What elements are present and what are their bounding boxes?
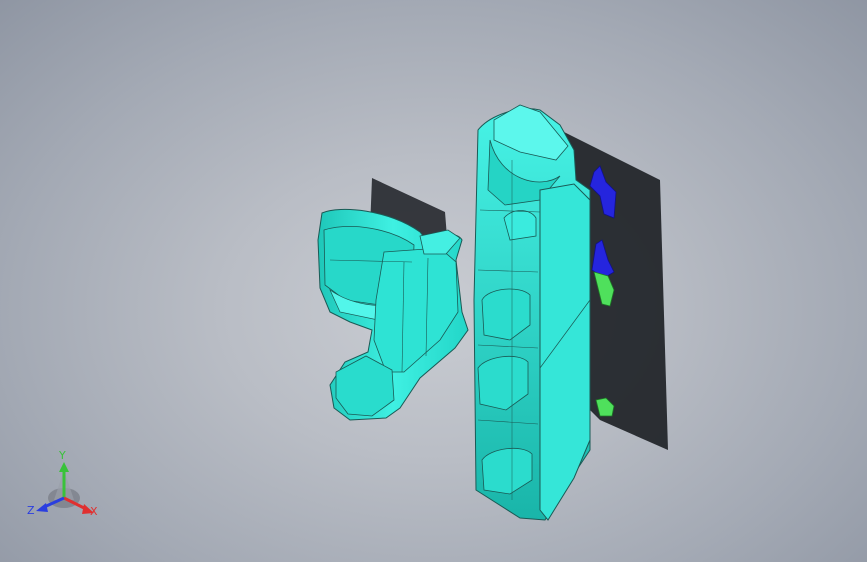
- right-part[interactable]: [473, 104, 591, 521]
- orientation-triad: Y Z X: [24, 448, 106, 522]
- cad-graphics-area[interactable]: Y Z X: [0, 0, 867, 562]
- 3d-model-view[interactable]: [0, 0, 867, 562]
- left-part[interactable]: [317, 208, 469, 421]
- z-axis-label: Z: [27, 504, 35, 517]
- x-axis-label: X: [90, 505, 98, 518]
- y-axis-label: Y: [59, 449, 66, 462]
